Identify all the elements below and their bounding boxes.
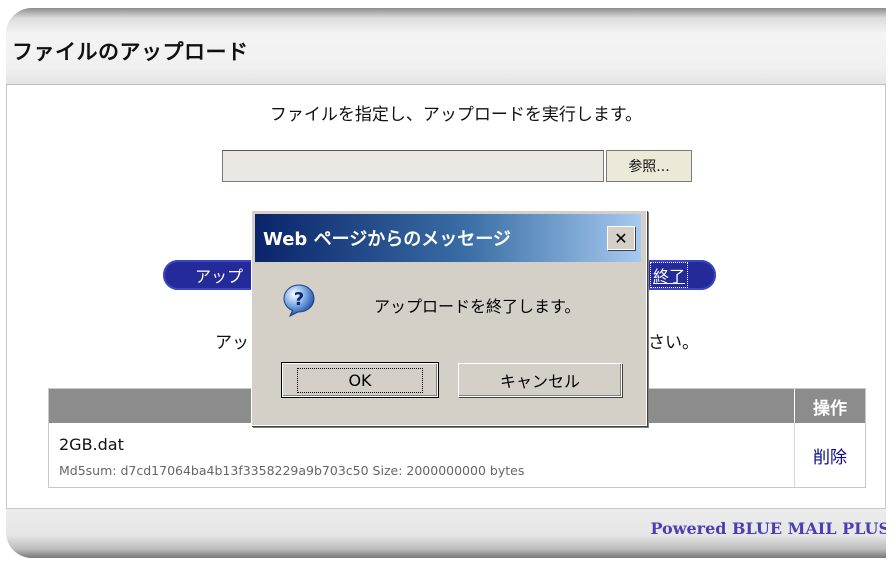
message-dialog: Web ページからのメッセージ ✕ ? アップロードを終了します。 OK キャン… (251, 210, 647, 426)
dialog-title: Web ページからのメッセージ (263, 229, 511, 250)
question-icon: ? (283, 284, 315, 317)
file-meta: Md5sum: d7cd17064ba4b13f3358229a9b703c50… (59, 463, 525, 478)
instruction-text: ファイルを指定し、アップロードを実行します。 (269, 105, 643, 125)
action-column-header: 操作 (794, 389, 865, 423)
dialog-titlebar[interactable]: Web ページからのメッセージ ✕ (255, 214, 641, 262)
upload-note-left: アッ (215, 333, 249, 353)
footer-credit: Powered BLUE MAIL PLUS (650, 519, 886, 538)
footer-bar: Powered BLUE MAIL PLUS (6, 508, 886, 558)
file-path-input[interactable] (222, 150, 604, 182)
upload-note-right: さい。 (648, 333, 699, 353)
upload-button-label: アップ (195, 267, 244, 286)
ok-button[interactable]: OK (281, 362, 439, 398)
finish-button-label: 終了 (649, 262, 688, 288)
ok-button-label: OK (297, 367, 423, 393)
svg-text:?: ? (294, 289, 304, 310)
dialog-message: アップロードを終了します。 (374, 297, 581, 316)
header-bar: ファイルのアップロード (6, 8, 886, 85)
cancel-button[interactable]: キャンセル (458, 363, 622, 397)
delete-link[interactable]: 削除 (794, 423, 865, 487)
page-title: ファイルのアップロード (12, 40, 249, 64)
close-icon[interactable]: ✕ (607, 226, 635, 250)
browse-button[interactable]: 参照... (606, 150, 692, 182)
table-row: 2GB.dat Md5sum: d7cd17064ba4b13f3358229a… (49, 423, 865, 487)
file-name: 2GB.dat (59, 435, 124, 454)
